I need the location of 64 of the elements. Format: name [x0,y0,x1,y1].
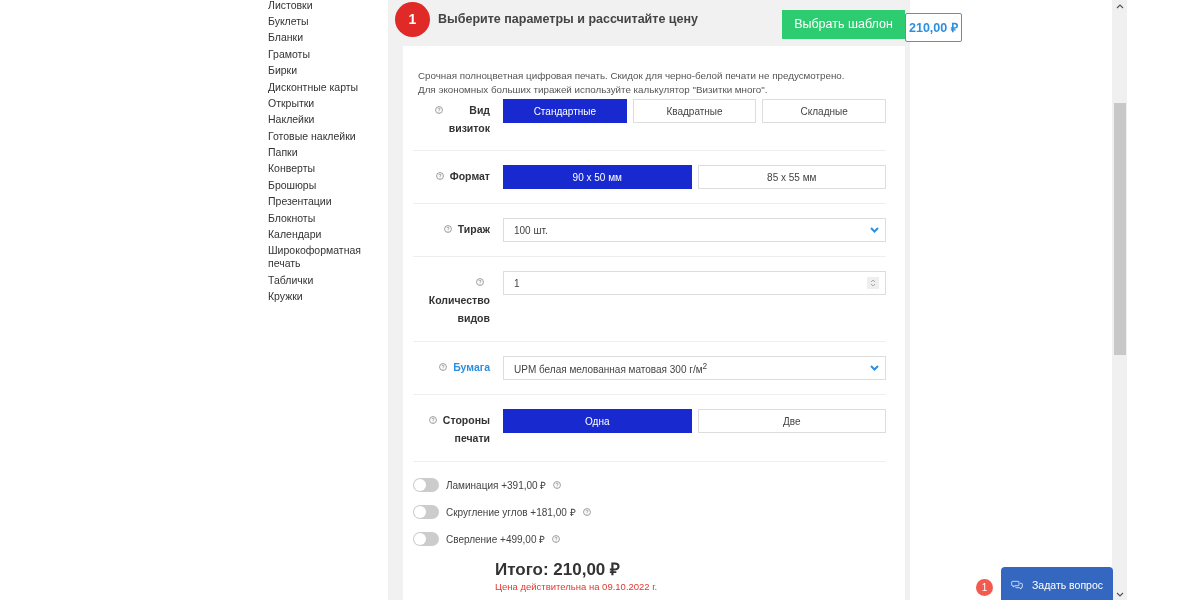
sidebar-link[interactable]: Конверты [268,160,368,178]
toggle-switch[interactable] [413,505,439,519]
option-button[interactable]: 85 x 55 мм [697,165,886,189]
help-icon[interactable] [439,363,448,371]
field-label: Формат [449,169,490,184]
ask-question-button[interactable]: Задать вопрос [1001,567,1113,600]
field-label: Тираж [457,222,490,237]
help-icon[interactable] [582,508,591,516]
sidebar-link[interactable]: Наклейки [268,111,368,128]
price-valid-note: Цена действительна на 09.10.2022 г. [495,581,659,592]
chevron-down-icon [870,365,879,371]
option-button[interactable]: Складные [762,99,886,123]
price-tag: 210,00 ₽ [905,13,962,42]
option-label: Сверление +499,00 ₽ [446,533,546,546]
option-button[interactable]: 90 x 50 мм [503,165,692,189]
chat-bubbles-icon [1011,578,1023,592]
sidebar-link[interactable]: Брошюры [268,177,368,194]
help-icon[interactable] [443,225,452,233]
sidebar-link[interactable]: Готовые наклейки [268,128,368,145]
option-label: Скругление углов +181,00 ₽ [446,506,576,519]
notification-badge: 1 [976,579,993,596]
sidebar-link[interactable]: Папки [268,144,368,161]
sidebar-link[interactable]: Грамоты [268,46,368,63]
scrollbar[interactable] [1112,0,1127,600]
toggle-switch[interactable] [413,532,439,546]
help-icon[interactable] [435,172,444,180]
scroll-up-icon[interactable] [1115,3,1124,9]
sidebar-link[interactable]: Широкоформатная печать [268,242,368,272]
total-price: Итого: 210,00 ₽ [495,560,622,580]
sidebar-link[interactable]: Дисконтные карты [268,78,368,96]
step-title: Выберите параметры и рассчитайте цену [438,12,699,26]
sidebar-link[interactable]: Таблички [268,272,368,289]
scroll-down-icon[interactable] [1115,592,1124,598]
help-icon[interactable] [553,481,562,489]
toggle-switch[interactable] [413,478,439,492]
sidebar-link[interactable]: Буклеты [268,13,368,30]
option-button[interactable]: Одна [503,409,692,433]
field-label: Количество видов [428,293,490,326]
sidebar-link[interactable]: Листовки [268,0,368,14]
option-button[interactable]: Квадратные [632,99,757,123]
select-field[interactable]: 100 шт. [503,218,886,242]
help-icon[interactable] [434,106,443,114]
option-button[interactable]: Стандартные [503,99,627,123]
option-label: Ламинация +391,00 ₽ [446,479,547,492]
field-label: Вид визиток [448,103,490,136]
description-text: Для экономных больших тиражей используйте калькулятор "Визитки много". [418,83,769,97]
sidebar-link[interactable]: Кружки [268,288,368,305]
help-icon[interactable] [476,278,484,286]
number-field[interactable]: 1 [503,271,886,295]
sidebar-link[interactable]: Календари [268,226,368,243]
spinner-icon[interactable] [867,277,879,289]
description-text: Срочная полноцветная цифровая печать. Скидок для черно-белой печати не предусмотрено. [418,69,846,83]
field-label: Стороны печати [442,413,490,446]
chevron-down-icon [870,227,879,233]
sidebar-link[interactable]: Бланки [268,29,368,47]
sidebar-link[interactable]: Бирки [268,62,368,79]
sidebar-link[interactable]: Презентации [268,193,368,210]
help-icon[interactable] [428,416,437,424]
select-field[interactable]: UPM белая мелованная матовая 300 г/м$^{2}$ [503,356,886,380]
sidebar-link[interactable]: Открытки [268,95,368,112]
step-number: 1 [395,1,430,37]
sidebar-link[interactable]: Блокноты [268,209,368,227]
option-button[interactable]: Две [697,409,886,433]
help-icon[interactable] [552,535,561,543]
